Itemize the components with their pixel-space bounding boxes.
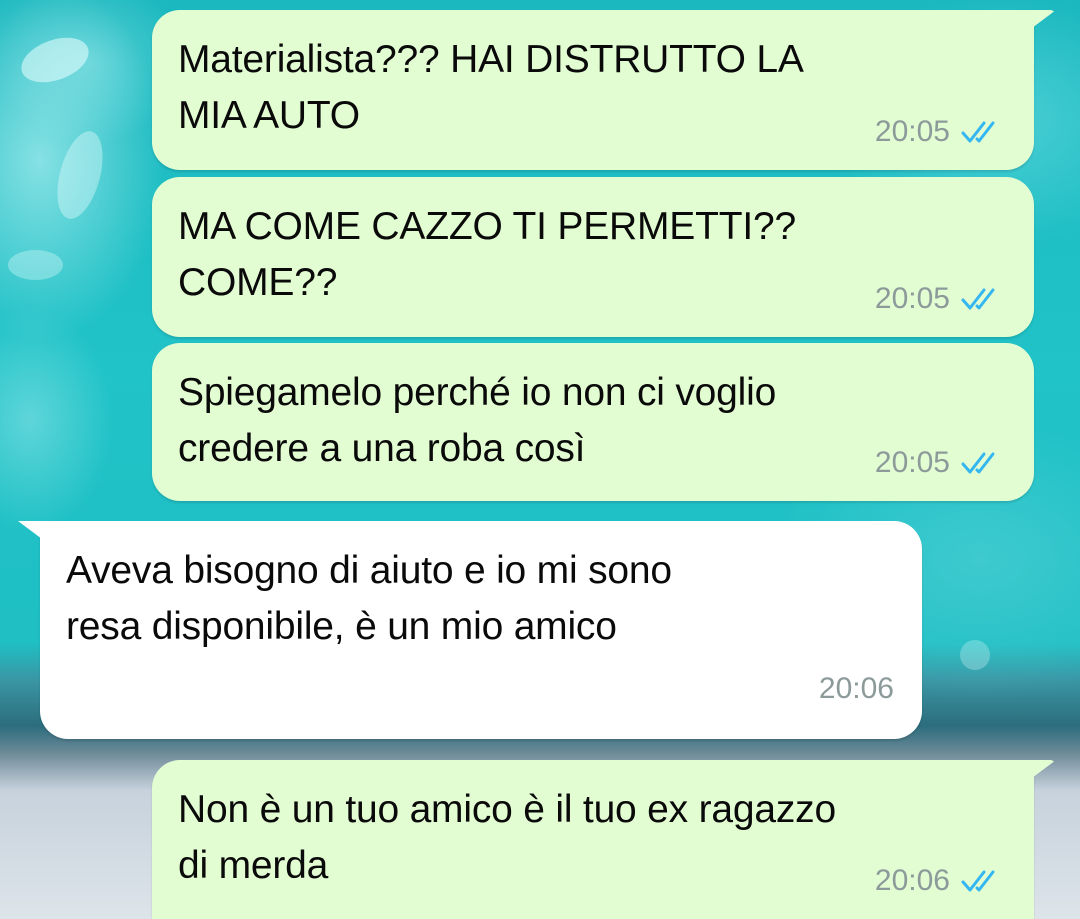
read-double-check-icon <box>961 288 995 310</box>
wallpaper-water-splash <box>8 250 63 280</box>
message-bubble-outgoing[interactable]: Materialista??? HAI DISTRUTTO LA MIA AUT… <box>152 10 1056 170</box>
wallpaper-water-splash <box>49 126 111 224</box>
message-meta: 20:06 <box>819 661 894 717</box>
wallpaper-water-splash <box>15 29 95 91</box>
message-timestamp: 20:05 <box>874 282 950 315</box>
message-meta: 20:05 <box>875 271 1004 327</box>
wallpaper-water-splash <box>960 640 990 670</box>
message-timestamp: 20:05 <box>874 115 950 148</box>
message-timestamp: 20:06 <box>874 864 950 897</box>
message-text: Aveva bisogno di aiuto e io mi sono resa… <box>66 549 672 648</box>
message-timestamp: 20:05 <box>874 446 950 479</box>
read-double-check-icon <box>961 121 995 143</box>
message-bubble-outgoing[interactable]: Non è un tuo amico è il tuo ex ragazzo d… <box>152 760 1056 919</box>
message-bubble-outgoing[interactable]: MA COME CAZZO TI PERMETTI?? COME?? 20:05 <box>152 177 1034 337</box>
message-meta: 20:05 <box>875 435 1004 491</box>
message-meta: 20:06 <box>875 853 1004 909</box>
read-double-check-icon <box>961 870 995 892</box>
message-meta: 20:05 <box>875 104 1004 160</box>
message-timestamp: 20:06 <box>818 672 894 705</box>
message-bubble-incoming[interactable]: Aveva bisogno di aiuto e io mi sono resa… <box>18 521 922 739</box>
read-double-check-icon <box>961 452 995 474</box>
message-bubble-outgoing[interactable]: Spiegamelo perché io non ci voglio crede… <box>152 343 1034 501</box>
